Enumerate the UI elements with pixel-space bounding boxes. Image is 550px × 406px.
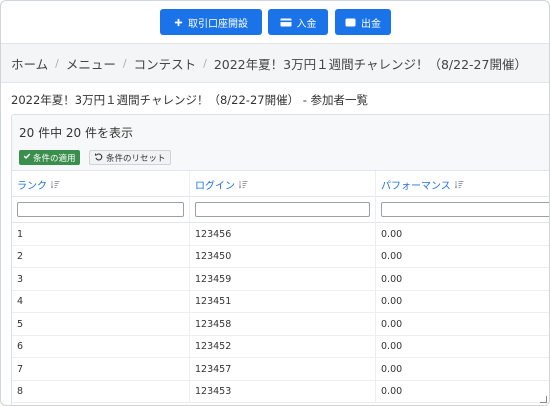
login-filter-input[interactable] <box>195 202 370 217</box>
withdraw-label: 出金 <box>361 18 381 30</box>
rank-cell: 5 <box>12 313 190 335</box>
sort-icon <box>454 180 464 189</box>
column-header-login[interactable]: ログイン <box>190 171 376 197</box>
table-row[interactable]: 2 123450 0.00 <box>12 245 549 268</box>
breadcrumb-separator: / <box>55 56 59 70</box>
resize-handle[interactable] <box>540 396 547 403</box>
deposit-button[interactable]: 入金 <box>268 9 328 35</box>
login-cell: 123459 <box>190 268 376 290</box>
login-cell: 123451 <box>190 290 376 313</box>
rank-cell: 7 <box>12 358 190 380</box>
login-cell: 123453 <box>190 380 376 403</box>
breadcrumb-current: 2022年夏！3万円１週間チャレンジ！（8/22-27開催） <box>213 56 527 72</box>
top-toolbar: 取引口座開設 入金 出金 <box>1 1 549 43</box>
column-label-rank: ランク <box>17 180 47 192</box>
rank-filter-input[interactable] <box>17 202 184 217</box>
deposit-label: 入金 <box>296 18 317 30</box>
performance-filter-input[interactable] <box>381 202 549 217</box>
table-body: 1 123456 0.00 2 123450 0.00 3 123459 0.0… <box>12 223 549 403</box>
table-row[interactable]: 4 123451 0.00 <box>12 290 549 313</box>
check-icon <box>23 152 31 163</box>
breadcrumb-contest[interactable]: コンテスト <box>134 54 197 73</box>
table-row[interactable]: 3 123459 0.00 <box>12 268 549 291</box>
app-window: 取引口座開設 入金 出金 ホーム / メニュー / コンテスト / 2022年夏… <box>0 0 550 406</box>
performance-cell: 0.00 <box>376 291 549 313</box>
apply-filter-label: 条件の適用 <box>33 153 76 164</box>
rank-cell: 2 <box>12 245 190 268</box>
breadcrumb: ホーム / メニュー / コンテスト / 2022年夏！3万円１週間チャレンジ！… <box>1 43 549 83</box>
participants-table: ランク ログイン パフォーマンス 1 123456 0.00 2 123450 … <box>12 171 549 403</box>
performance-cell: 0.00 <box>376 381 549 403</box>
filter-cell-performance <box>376 197 549 223</box>
filter-cell-login <box>190 197 376 223</box>
login-cell: 123457 <box>190 358 376 380</box>
rank-cell: 6 <box>12 335 190 358</box>
column-label-login: ログイン <box>195 180 235 192</box>
filter-row <box>12 197 549 223</box>
open-account-label: 取引口座開設 <box>188 18 248 30</box>
breadcrumb-separator: / <box>203 56 207 70</box>
rank-cell: 3 <box>12 268 190 290</box>
table-row[interactable]: 8 123453 0.00 <box>12 380 549 403</box>
page-title: 2022年夏！3万円１週間チャレンジ！（8/22-27開催） - 参加者一覧 <box>11 93 369 107</box>
rank-cell: 8 <box>12 380 190 403</box>
column-header-rank[interactable]: ランク <box>12 171 190 197</box>
record-count: 20 件中 20 件を表示 <box>19 126 133 140</box>
login-cell: 123458 <box>190 313 376 335</box>
column-label-performance: パフォーマンス <box>381 180 451 192</box>
withdraw-button[interactable]: 出金 <box>335 9 391 35</box>
breadcrumb-home[interactable]: ホーム <box>11 54 48 73</box>
participants-card: 20 件中 20 件を表示 条件の適用 条件のリセット ランク ログイン パフォ… <box>11 114 549 405</box>
reset-filter-label: 条件のリセット <box>106 153 166 164</box>
performance-cell: 0.00 <box>376 223 549 245</box>
login-cell: 123450 <box>190 245 376 268</box>
apply-filter-button[interactable]: 条件の適用 <box>19 150 80 165</box>
performance-cell: 0.00 <box>376 246 549 268</box>
breadcrumb-menu[interactable]: メニュー <box>66 54 116 73</box>
filter-cell-rank <box>12 197 190 223</box>
login-cell: 123456 <box>190 223 376 245</box>
table-header-row: ランク ログイン パフォーマンス <box>12 171 549 197</box>
card-icon <box>280 18 292 27</box>
table-row[interactable]: 7 123457 0.00 <box>12 358 549 381</box>
sort-icon <box>239 180 248 189</box>
plus-icon <box>174 18 183 27</box>
login-cell: 123452 <box>190 335 376 358</box>
table-row[interactable]: 5 123458 0.00 <box>12 313 549 336</box>
reset-filter-button[interactable]: 条件のリセット <box>89 150 171 165</box>
performance-cell: 0.00 <box>376 268 549 290</box>
undo-icon <box>94 152 103 164</box>
wallet-icon <box>345 18 356 27</box>
column-header-performance[interactable]: パフォーマンス <box>376 171 549 197</box>
performance-cell: 0.00 <box>376 313 549 335</box>
table-row[interactable]: 1 123456 0.00 <box>12 223 549 246</box>
table-row[interactable]: 6 123452 0.00 <box>12 335 549 358</box>
performance-cell: 0.00 <box>376 358 549 380</box>
rank-cell: 1 <box>12 223 190 245</box>
rank-cell: 4 <box>12 290 190 313</box>
sort-icon <box>51 180 60 189</box>
breadcrumb-separator: / <box>122 56 127 70</box>
performance-cell: 0.00 <box>376 336 549 358</box>
open-account-button[interactable]: 取引口座開設 <box>160 9 262 35</box>
list-header: 20 件中 20 件を表示 条件の適用 条件のリセット <box>12 115 549 171</box>
